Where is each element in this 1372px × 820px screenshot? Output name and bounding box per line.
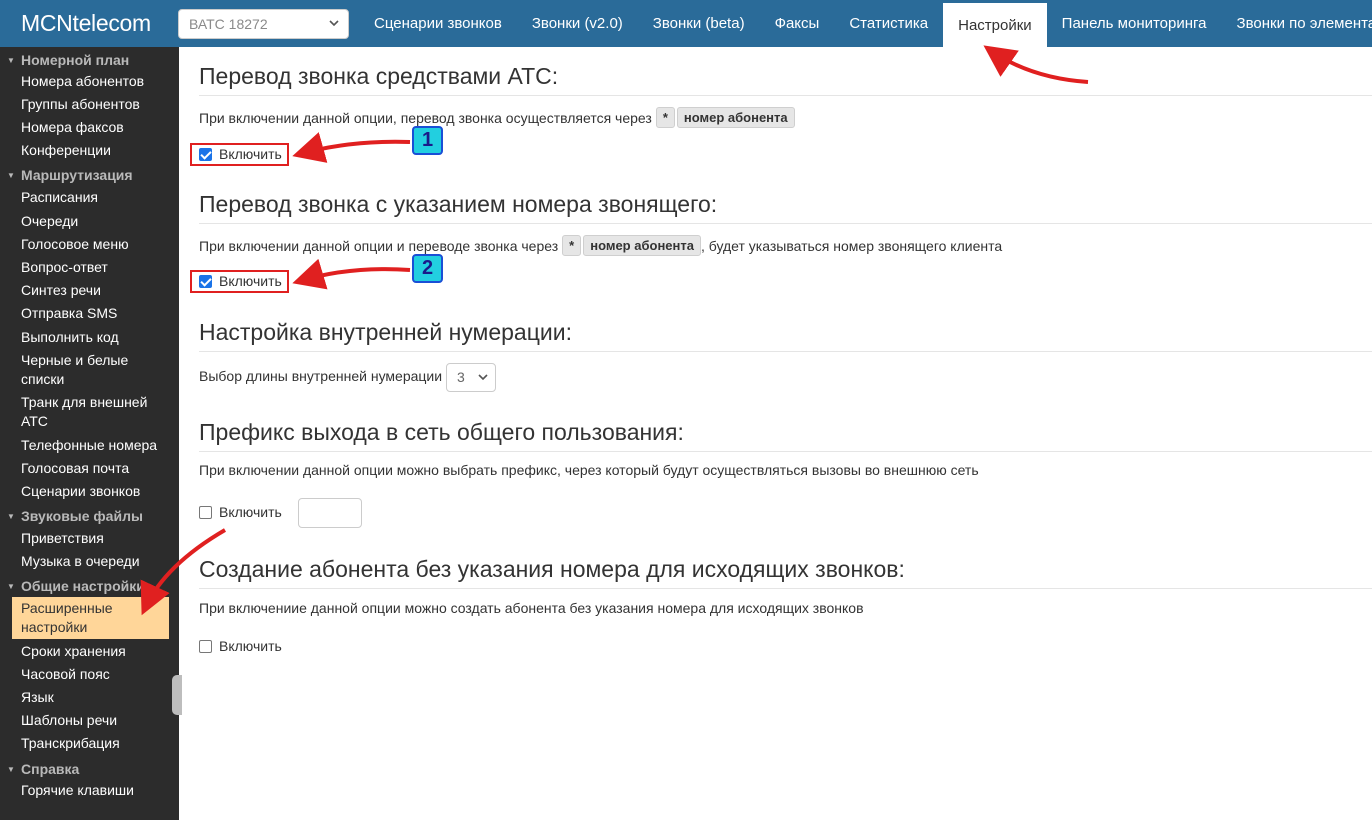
sidebar-item-language[interactable]: Язык (21, 688, 171, 707)
vats-select[interactable]: ВАТС 18272 (178, 9, 349, 39)
desc-caller-transfer: При включении данной опции и переводе зв… (199, 235, 1002, 256)
sidebar-item-subscriber-groups[interactable]: Группы абонентов (21, 95, 171, 114)
sidebar-item-subscriber-numbers[interactable]: Номера абонентов (21, 72, 171, 91)
numbering-length-select[interactable]: 3 (446, 363, 496, 392)
sidebar-item-call-scenarios[interactable]: Сценарии звонков (21, 482, 171, 501)
sidebar-item-question-answer[interactable]: Вопрос-ответ (21, 258, 171, 277)
sidebar-item-time-zone[interactable]: Часовой пояс (21, 665, 171, 684)
sidebar-section-routing[interactable]: ▼ Маршрутизация (0, 164, 133, 186)
sidebar-item-send-sms[interactable]: Отправка SMS (21, 304, 171, 323)
divider (199, 223, 1372, 224)
no-number-subscriber-checkbox[interactable] (199, 639, 212, 653)
caret-down-icon: ▼ (7, 581, 15, 591)
sidebar-item-advanced-settings[interactable]: Расширенные настройки (12, 597, 169, 639)
caret-down-icon: ▼ (7, 170, 15, 180)
sidebar-item-queues[interactable]: Очереди (21, 212, 171, 231)
key-subscriber-number: номер абонента (676, 107, 795, 128)
sidebar: ▼ Номерной план Номера абонентов Группы а… (0, 47, 179, 820)
tab-statistics[interactable]: Статистика (834, 0, 943, 47)
sidebar-item-schedules[interactable]: Расписания (21, 188, 171, 207)
chevron-down-icon (478, 374, 488, 381)
sidebar-item-speech-templates[interactable]: Шаблоны речи (21, 711, 171, 730)
desc-no-number-subscriber: При включениие данной опции можно создат… (199, 600, 864, 616)
settings-content: Перевод звонка средствами АТС: При включ… (199, 47, 1372, 820)
section-title-no-number-subscriber: Создание абонента без указания номера дл… (199, 556, 905, 582)
sidebar-item-voicemail[interactable]: Голосовая почта (21, 459, 171, 478)
tab-call-scenarios[interactable]: Сценарии звонков (359, 0, 517, 47)
sidebar-item-conferences[interactable]: Конференции (21, 141, 171, 160)
tab-calls-v2[interactable]: Звонки (v2.0) (517, 0, 638, 47)
tab-calls-beta[interactable]: Звонки (beta) (638, 0, 760, 47)
key-subscriber-number: номер абонента (583, 235, 701, 256)
vats-select-value: ВАТС 18272 (189, 16, 268, 32)
desc-exit-prefix: При включении данной опции можно выбрать… (199, 462, 979, 478)
sidebar-item-speech-synthesis[interactable]: Синтез речи (21, 281, 171, 300)
divider (199, 95, 1372, 96)
sidebar-item-voice-menu[interactable]: Голосовое меню (21, 235, 171, 254)
sidebar-item-retention-periods[interactable]: Сроки хранения (21, 642, 171, 661)
divider (199, 351, 1372, 352)
sidebar-item-hotkeys[interactable]: Горячие клавиши (21, 781, 171, 800)
step-badge-2: 2 (412, 254, 443, 283)
tab-monitoring-panel[interactable]: Панель мониторинга (1047, 0, 1222, 47)
sidebar-item-fax-numbers[interactable]: Номера факсов (21, 118, 171, 137)
sidebar-item-execute-code[interactable]: Выполнить код (21, 328, 171, 347)
sidebar-item-transcription[interactable]: Транскрибация (21, 734, 171, 753)
caret-down-icon: ▼ (7, 55, 15, 65)
sidebar-section-general-settings[interactable]: ▼ Общие настройки (0, 575, 145, 597)
caret-down-icon: ▼ (7, 764, 15, 774)
step-badge-1: 1 (412, 126, 443, 155)
sidebar-section-help[interactable]: ▼ Справка (0, 758, 79, 780)
exit-prefix-enable[interactable]: Включить (199, 504, 282, 520)
caret-down-icon: ▼ (7, 511, 15, 521)
sidebar-resize-handle[interactable] (172, 675, 182, 715)
brand-logo[interactable]: MCNtelecom (21, 10, 151, 37)
sidebar-item-phone-numbers[interactable]: Телефонные номера (21, 436, 171, 455)
key-star: * (655, 107, 675, 128)
tab-settings[interactable]: Настройки (943, 3, 1047, 47)
divider (199, 588, 1372, 589)
section-title-pbx-transfer: Перевод звонка средствами АТС: (199, 63, 559, 89)
section-title-caller-transfer: Перевод звонка с указанием номера звонящ… (199, 191, 718, 217)
sidebar-item-queue-music[interactable]: Музыка в очереди (21, 552, 171, 571)
tab-calls-by-elements[interactable]: Звонки по элементам (1222, 0, 1372, 47)
no-number-subscriber-enable[interactable]: Включить (199, 638, 282, 654)
sidebar-section-sound-files[interactable]: ▼ Звуковые файлы (0, 505, 143, 527)
sidebar-section-numbering[interactable]: ▼ Номерной план (0, 49, 129, 71)
sidebar-item-greetings[interactable]: Приветствия (21, 529, 171, 548)
key-star: * (562, 235, 582, 256)
highlight-box-1 (190, 143, 289, 166)
exit-prefix-checkbox[interactable] (199, 505, 212, 519)
section-title-exit-prefix: Префикс выхода в сеть общего пользования… (199, 419, 684, 445)
sidebar-item-black-white-lists[interactable]: Черные и белые списки (21, 351, 171, 389)
main-tabs: Сценарии звонков Звонки (v2.0) Звонки (b… (359, 0, 1372, 47)
top-navbar: MCNtelecom ВАТС 18272 Сценарии звонков З… (0, 0, 1372, 47)
tab-faxes[interactable]: Факсы (760, 0, 835, 47)
section-title-internal-numbering: Настройка внутренней нумерации: (199, 319, 572, 345)
highlight-box-2 (190, 270, 289, 293)
divider (199, 451, 1372, 452)
desc-pbx-transfer: При включении данной опции, перевод звон… (199, 107, 795, 128)
sidebar-item-external-trunk[interactable]: Транк для внешней АТС (21, 393, 171, 431)
prefix-input[interactable] (298, 498, 362, 528)
internal-numbering-label: Выбор длины внутренней нумерации (199, 368, 443, 384)
chevron-down-icon (329, 20, 339, 27)
